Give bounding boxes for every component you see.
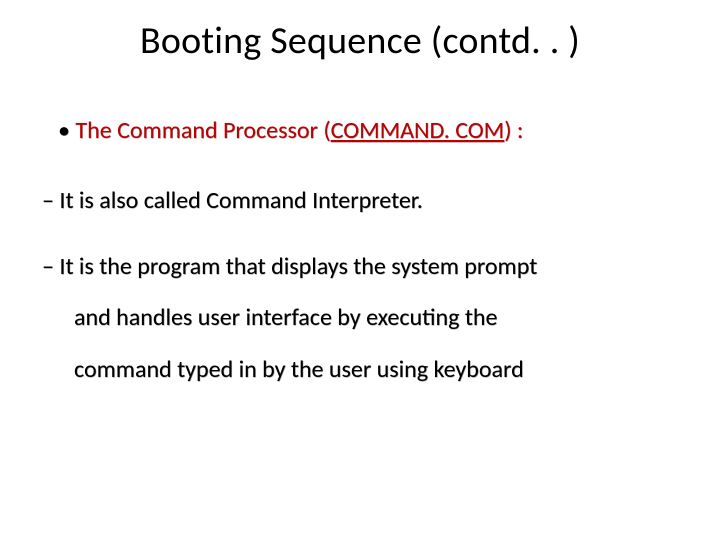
- bullet1-command: COMMAND. COM: [331, 116, 505, 145]
- bullet1-suffix: ) :: [504, 116, 523, 145]
- sub-bullet-program: It is the program that displays the syst…: [42, 241, 680, 396]
- slide-title: Booting Sequence (contd. . ): [40, 18, 680, 64]
- sub-bullet-interpreter: It is also called Command Interpreter.: [42, 175, 680, 227]
- sub2-line1: It is the program that displays the syst…: [59, 252, 537, 281]
- sub2-line3: command typed in by the user using keybo…: [42, 344, 680, 396]
- bullet-list-level2: It is also called Command Interpreter. I…: [42, 175, 680, 395]
- slide: Booting Sequence (contd. . ) The Command…: [0, 0, 720, 540]
- sub1-text: It is also called Command Interpreter.: [59, 186, 422, 215]
- sub2-line2: and handles user interface by executing …: [42, 292, 680, 344]
- bullet-list-level1: The Command Processor (COMMAND. COM) :: [58, 116, 680, 145]
- bullet1-prefix: The Command Processor (: [75, 116, 330, 145]
- bullet-command-processor: The Command Processor (COMMAND. COM) :: [58, 116, 680, 145]
